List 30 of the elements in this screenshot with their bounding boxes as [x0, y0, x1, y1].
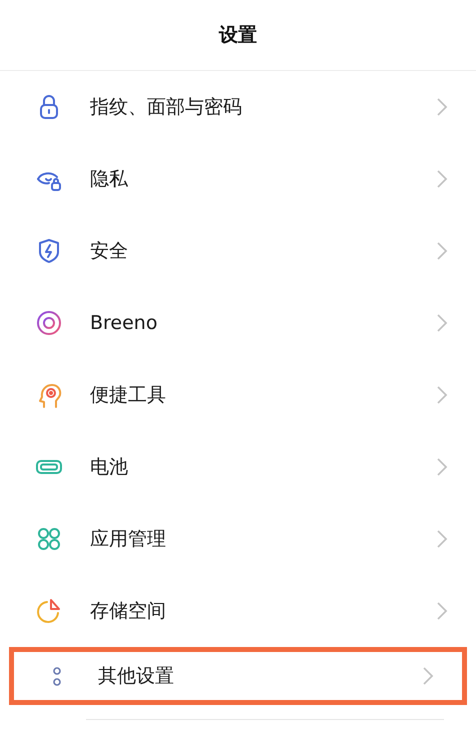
page-title: 设置	[219, 22, 257, 48]
chevron-icon	[422, 666, 434, 686]
dots-icon	[53, 666, 61, 686]
settings-item[interactable]: 电池	[0, 431, 476, 503]
chevron-icon	[436, 313, 448, 333]
item-label: 其他设置	[98, 664, 175, 689]
item-label: 指纹、面部与密码	[90, 94, 243, 120]
settings-item[interactable]: 隐私	[0, 143, 476, 215]
settings-item[interactable]: Breeno	[0, 287, 476, 359]
chevron-icon	[436, 385, 448, 405]
chevron-icon	[436, 241, 448, 261]
settings-item[interactable]: 应用管理	[0, 503, 476, 575]
chevron-icon	[436, 97, 448, 117]
ring-icon	[34, 308, 64, 338]
item-label: 存储空间	[90, 598, 167, 624]
settings-item[interactable]: 其他设置	[14, 652, 462, 700]
chevron-icon	[436, 169, 448, 189]
settings-item[interactable]: 指纹、面部与密码	[0, 71, 476, 143]
chevron-icon	[436, 457, 448, 477]
item-label: 电池	[90, 454, 129, 480]
item-label: 安全	[90, 238, 129, 264]
item-label: 便捷工具	[90, 382, 167, 408]
item-label: 隐私	[90, 166, 129, 192]
chevron-icon	[436, 601, 448, 621]
settings-item[interactable]: 存储空间	[0, 575, 476, 647]
settings-item[interactable]: 便捷工具	[0, 359, 476, 431]
settings-item[interactable]: 安全	[0, 215, 476, 287]
item-label: 应用管理	[90, 526, 167, 552]
chevron-icon	[436, 529, 448, 549]
item-label: Breeno	[90, 310, 158, 336]
